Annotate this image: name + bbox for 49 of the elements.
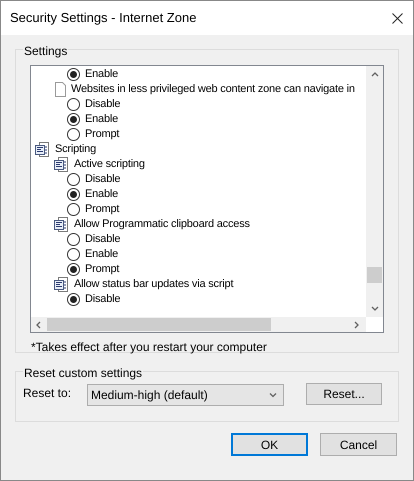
vertical-scrollbar[interactable] xyxy=(366,66,383,317)
restart-note: *Takes effect after you restart your computer xyxy=(31,339,268,356)
option-label: Enable xyxy=(85,67,118,82)
scroll-left-icon[interactable] xyxy=(35,320,43,328)
setting-label: Scripting xyxy=(55,142,96,158)
scroll-right-icon[interactable] xyxy=(352,320,360,328)
radio-button[interactable] xyxy=(67,113,80,126)
script-icon xyxy=(35,142,51,157)
option-label: Prompt xyxy=(85,262,120,278)
setting-label: Allow status bar updates via script xyxy=(74,277,234,292)
option-label: Prompt xyxy=(85,127,120,142)
scroll-down-icon[interactable] xyxy=(370,305,378,313)
radio-button[interactable] xyxy=(67,203,80,216)
option-label: Disable xyxy=(85,292,120,308)
horizontal-scrollbar[interactable] xyxy=(31,317,366,332)
radio-button[interactable] xyxy=(67,233,80,246)
reset-level-dropdown[interactable]: Medium-high (default) xyxy=(87,384,284,406)
radio-button[interactable] xyxy=(67,293,80,306)
option-label: Disable xyxy=(85,232,120,248)
window-title: Security Settings - Internet Zone xyxy=(10,9,196,28)
script-icon xyxy=(54,277,70,292)
dialog-button[interactable]: OK xyxy=(231,433,308,456)
radio-button[interactable] xyxy=(67,98,80,111)
scrollbar-thumb[interactable] xyxy=(367,267,382,283)
scrollbar-thumb[interactable] xyxy=(47,318,271,331)
radio-button[interactable] xyxy=(67,68,80,81)
script-icon xyxy=(54,217,70,232)
option-label: Prompt xyxy=(85,202,120,218)
radio-button[interactable] xyxy=(67,263,80,276)
option-label: Disable xyxy=(85,172,120,188)
radio-button[interactable] xyxy=(67,188,80,201)
script-icon xyxy=(54,157,70,172)
scroll-up-icon[interactable] xyxy=(370,70,378,78)
option-label: Disable xyxy=(85,97,120,112)
radio-button[interactable] xyxy=(67,248,80,261)
option-label: Enable xyxy=(85,112,118,128)
setting-label: Websites in less privileged web content zone can navigate in xyxy=(71,82,355,98)
chevron-down-icon[interactable] xyxy=(269,391,277,399)
close-icon[interactable] xyxy=(392,12,403,24)
radio-button[interactable] xyxy=(67,173,80,186)
dialog-button[interactable]: Cancel xyxy=(320,433,397,456)
document-icon xyxy=(54,82,67,97)
option-label: Enable xyxy=(85,247,118,262)
reset-button[interactable]: Reset... xyxy=(306,383,382,405)
setting-label: Allow Programmatic clipboard access xyxy=(74,217,250,232)
option-label: Enable xyxy=(85,187,118,202)
radio-button[interactable] xyxy=(67,128,80,141)
setting-label: Active scripting xyxy=(74,157,145,172)
reset-to-label: Reset to: xyxy=(23,385,72,402)
